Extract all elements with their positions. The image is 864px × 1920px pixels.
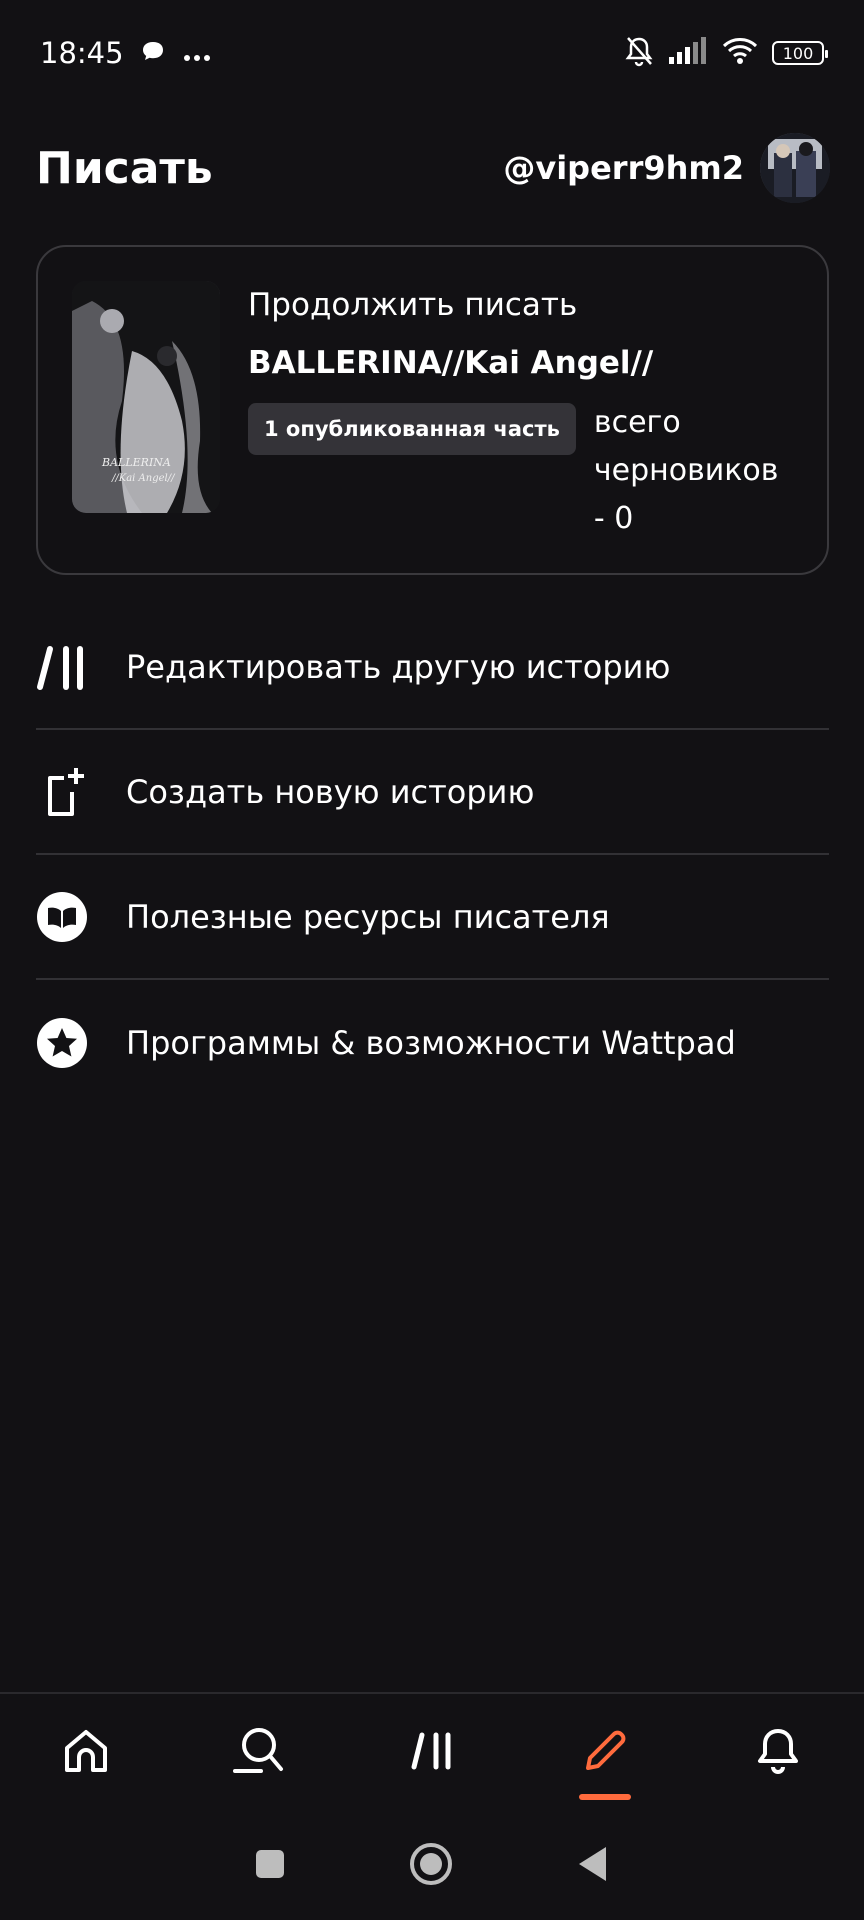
book-icon bbox=[36, 891, 88, 943]
story-meta: 1 опубликованная часть всего черновиков … bbox=[248, 403, 797, 543]
status-time: 18:45 bbox=[40, 36, 124, 70]
star-icon bbox=[36, 1017, 88, 1069]
page-title: Писать bbox=[36, 142, 213, 194]
write-menu: Редактировать другую историю Создать нов… bbox=[36, 605, 829, 1105]
published-parts-badge: 1 опубликованная часть bbox=[248, 403, 576, 455]
system-nav bbox=[0, 1812, 864, 1920]
continue-writing-label: Продолжить писать bbox=[248, 287, 578, 323]
back-button[interactable] bbox=[576, 1845, 610, 1888]
menu-item-label: Программы & возможности Wattpad bbox=[126, 1023, 736, 1062]
nav-library[interactable] bbox=[372, 1698, 492, 1808]
home-icon bbox=[61, 1726, 111, 1781]
menu-item-label: Полезные ресурсы писателя bbox=[126, 897, 610, 936]
nav-search[interactable] bbox=[199, 1698, 319, 1808]
home-button[interactable] bbox=[408, 1841, 454, 1892]
search-icon bbox=[231, 1725, 287, 1782]
battery-indicator: 100 bbox=[772, 41, 828, 65]
menu-item-label: Создать новую историю bbox=[126, 772, 535, 811]
notifications-icon bbox=[753, 1725, 803, 1782]
nav-notifications[interactable] bbox=[718, 1698, 838, 1808]
nav-home[interactable] bbox=[26, 1698, 146, 1808]
wattpad-logo-icon bbox=[36, 641, 88, 693]
library-icon bbox=[410, 1729, 454, 1778]
story-cover[interactable]: BALLERINA //Kai Angel// bbox=[72, 281, 220, 513]
menu-item-programs[interactable]: Программы & возможности Wattpad bbox=[36, 980, 829, 1105]
menu-item-edit-story[interactable]: Редактировать другую историю bbox=[36, 605, 829, 730]
write-icon bbox=[580, 1726, 630, 1781]
drafts-count: всего черновиков - 0 bbox=[593, 405, 779, 536]
wifi-icon bbox=[722, 37, 758, 70]
recents-button[interactable] bbox=[254, 1848, 286, 1885]
new-story-icon bbox=[36, 766, 88, 818]
user-profile[interactable]: @viperr9hm2 bbox=[503, 133, 830, 203]
story-title[interactable]: BALLERINA//Kai Angel// bbox=[248, 345, 797, 381]
cover-signature-2: //Kai Angel// bbox=[111, 473, 176, 484]
continue-writing-card[interactable]: BALLERINA //Kai Angel// Продолжить писат… bbox=[36, 245, 829, 575]
cover-signature: BALLERINA bbox=[101, 456, 171, 469]
menu-item-writer-resources[interactable]: Полезные ресурсы писателя bbox=[36, 855, 829, 980]
status-right: 100 bbox=[624, 35, 828, 72]
menu-item-label: Редактировать другую историю bbox=[126, 647, 671, 686]
status-bar: 18:45 100 bbox=[0, 0, 864, 106]
header: Писать @viperr9hm2 bbox=[36, 128, 830, 208]
chat-bubble-icon bbox=[140, 36, 166, 70]
bell-off-icon bbox=[624, 35, 654, 72]
avatar[interactable] bbox=[760, 133, 830, 203]
signal-icon bbox=[668, 36, 708, 70]
bottom-nav bbox=[0, 1692, 864, 1812]
status-left: 18:45 bbox=[40, 36, 212, 70]
active-tab-indicator bbox=[578, 1794, 631, 1800]
more-dots-icon bbox=[182, 36, 212, 70]
nav-write[interactable] bbox=[545, 1698, 665, 1808]
card-text: Продолжить писать BALLERINA//Kai Angel//… bbox=[248, 287, 797, 543]
username[interactable]: @viperr9hm2 bbox=[503, 149, 744, 187]
menu-item-create-story[interactable]: Создать новую историю bbox=[36, 730, 829, 855]
